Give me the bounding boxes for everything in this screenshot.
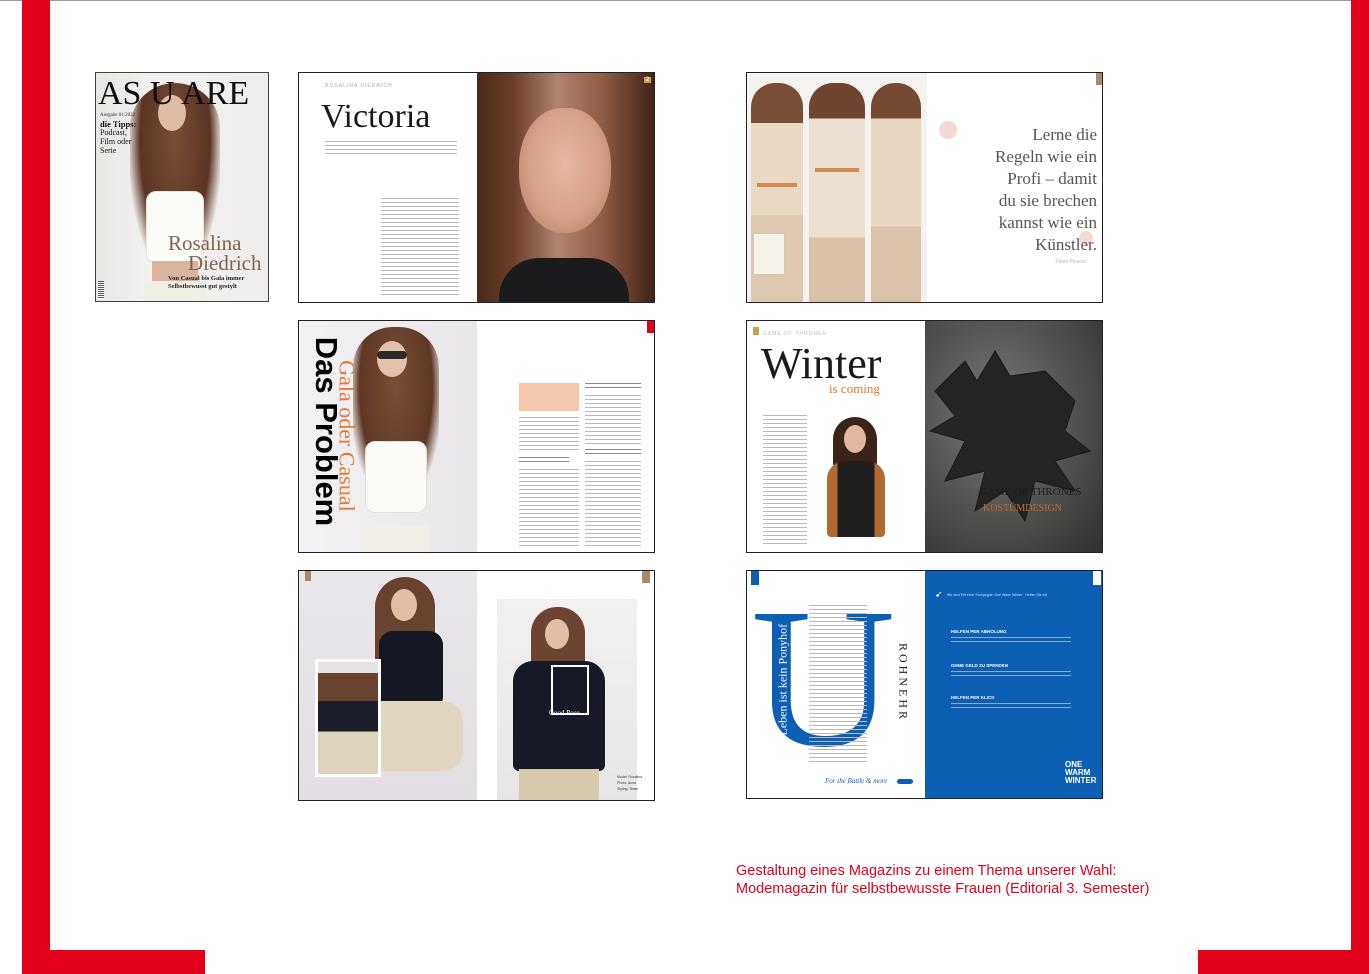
spread-das-problem[interactable]: Das Problem Gala oder Casual [298, 320, 655, 553]
bottom-right-red-bar [1198, 950, 1369, 974]
oww-heading-2: OHNE GELD ZU SPENDEN [951, 663, 1009, 668]
wolf-sigil-icon [928, 350, 1092, 523]
oww-signature-swash [897, 779, 913, 784]
winter-page-tab [753, 327, 759, 335]
oww-text-3 [951, 703, 1071, 711]
left-red-bar [22, 0, 50, 974]
cover-title: AS U ARE [98, 75, 250, 112]
cover-name-line2: Diedrich [188, 251, 262, 275]
problem-text-col-1 [519, 417, 579, 453]
quote-plaid-stripe-2 [757, 183, 797, 187]
oww-signature: For the Battle & more [825, 777, 888, 785]
problem-text-subhead [519, 457, 569, 463]
quote-line-5: kannst wie ein [998, 213, 1097, 232]
victoria-photo-face [519, 108, 611, 233]
winter-subtitle: is coming [829, 381, 880, 396]
quote-model-2 [809, 83, 865, 302]
photo-left-model-face [391, 589, 417, 621]
project-caption: Gestaltung eines Magazins zu einem Thema… [736, 862, 1149, 898]
cover-subline-2: Selbstbewusst gut gestylt [168, 283, 237, 290]
victoria-photo-shirt [499, 258, 629, 302]
victoria-title: Victoria [321, 98, 431, 135]
oww-text-1 [951, 637, 1071, 645]
quote-line-2: Regeln wie ein [995, 147, 1097, 166]
photo-credit-3: Styling: Team [617, 787, 638, 791]
victoria-kicker: ROSALINA DIEDRICH [325, 83, 393, 89]
photo-inset-frame [315, 659, 381, 777]
photo-overlay-box [551, 665, 589, 715]
oww-bird-icon: ➹ [935, 589, 943, 599]
victoria-body-text [381, 198, 459, 298]
spread-photo[interactable]: Good Pose Model: Rosalina Photo: Anna St… [298, 570, 655, 801]
problem-text-col-1b [519, 469, 579, 549]
problem-sunglasses [377, 351, 407, 359]
problem-text-col-2b [585, 461, 641, 547]
cover-barcode [98, 281, 104, 299]
problem-text-col-2 [585, 395, 641, 445]
photo-left-model-shirt [379, 631, 443, 711]
top-divider-line [0, 0, 1369, 1]
spread-victoria[interactable]: ROSALINA DIEDRICH Victoria 2 [298, 72, 655, 303]
winter-sigil-text-1: GAME OF THRONES [979, 486, 1082, 498]
problem-text-col-2-head [585, 383, 641, 389]
oww-body-text [809, 605, 867, 765]
quote-page-tab [1096, 73, 1102, 85]
problem-page-tab [647, 321, 654, 333]
spread-quote[interactable]: Lerne die Regeln wie ein Profi – damit d… [746, 72, 1103, 303]
problem-accent-vertical: Gala oder Casual [334, 360, 360, 512]
cover-subline-1: Von Casual bis Gala immer [168, 275, 245, 282]
caption-line-1: Gestaltung eines Magazins zu einem Thema… [736, 863, 1117, 879]
right-red-bar [1351, 0, 1369, 974]
cover-tips-line-2: Film oder [100, 137, 132, 146]
caption-line-2: Modemagazin für selbstbewusste Frauen (E… [736, 881, 1150, 897]
oww-vertical-right: ROHNEHR [896, 642, 911, 722]
problem-text-col-2-subhead [585, 449, 641, 455]
magazine-cover[interactable]: AS U ARE Ausgabe 01/2022 die Tipps: Podc… [95, 72, 269, 302]
quote-handbag [753, 233, 785, 275]
problem-model-trousers [363, 525, 429, 552]
photo-overlay-text: Good Pose [549, 709, 580, 717]
winter-model-face [844, 425, 866, 453]
oww-heading-3: HELFEN PER KLICK [951, 695, 995, 700]
photo-credit-2: Photo: Anna [617, 781, 637, 785]
quote-plaid-stripe-1 [815, 168, 859, 172]
photo-page-tab-left [305, 571, 311, 581]
quote-model-3 [871, 83, 921, 302]
photo-right-model-trousers [519, 769, 599, 800]
oww-top-line: Wir sind Teil einer Kampagne: One Warm W… [947, 593, 1048, 597]
quote-line-6: Künstler. [1035, 235, 1097, 254]
problem-orange-box [519, 383, 579, 411]
cover-tips-line-3: Serie [100, 146, 117, 155]
oww-text-2 [951, 671, 1071, 679]
winter-model-jacket [827, 461, 885, 537]
photo-right-model-face [545, 619, 569, 649]
spread-winter[interactable]: GAME OF THRONES Winter is coming GAME OF… [746, 320, 1103, 553]
problem-model-top [365, 441, 427, 513]
oww-page-tab-right [1093, 571, 1101, 585]
photo-credit-1: Model: Rosalina [617, 775, 643, 779]
winter-sigil-text-2: KOSTÜMDESIGN [983, 503, 1062, 514]
cover-tips-line-1: Podcast, [100, 128, 127, 137]
victoria-intro-text [325, 141, 457, 155]
quote-line-1: Lerne die [1032, 125, 1097, 144]
oww-heading-1: HELFEN PER ABHOLUNG [951, 629, 1007, 634]
cover-issue: Ausgabe 01/2022 [100, 113, 136, 118]
oww-brand-3: WINTER [1065, 776, 1097, 785]
photo-page-tab-right [642, 571, 650, 583]
quote-attribution: Pablo Picasso [1055, 259, 1087, 265]
victoria-page-number: 2 [644, 77, 652, 83]
oww-vertical-left: Das Leben ist kein Ponyhof [775, 623, 790, 758]
quote-line-3: Profi – damit [1007, 169, 1097, 188]
bottom-left-red-bar [22, 950, 205, 974]
winter-kicker: GAME OF THRONES [763, 331, 827, 337]
problem-model-face [377, 341, 407, 377]
spread-one-warm-winter[interactable]: U Das Leben ist kein Ponyhof ROHNEHR For… [746, 570, 1103, 799]
winter-body-text [763, 415, 807, 547]
quote-line-4: du sie brechen [998, 191, 1097, 210]
